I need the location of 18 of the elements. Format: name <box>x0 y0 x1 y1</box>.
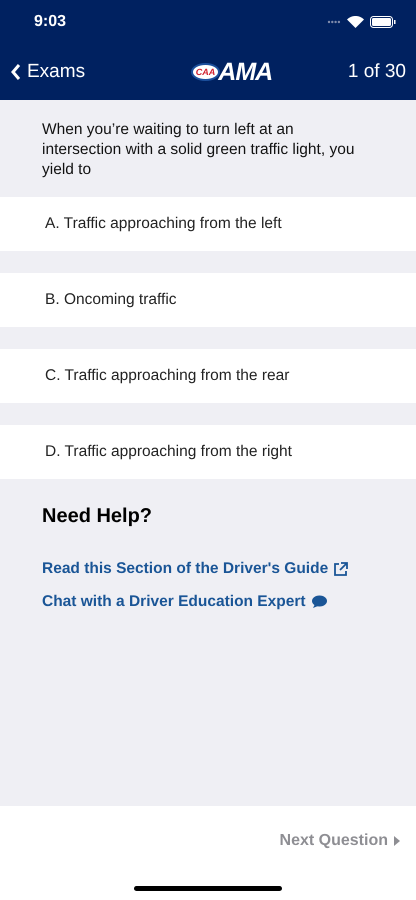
battery-icon <box>370 16 396 28</box>
help-link[interactable]: Chat with a Driver Education Expert <box>42 593 306 611</box>
help-link[interactable]: Read this Section of the Driver's Guide <box>42 560 328 578</box>
back-chevron-icon <box>10 63 21 81</box>
signal-icon <box>327 20 341 24</box>
question-text: When you’re waiting to turn left at an intersection with a solid green traffic light, you yield to <box>41 120 356 180</box>
external-link-icon <box>333 562 348 576</box>
help-heading: Need Help? <box>42 505 154 528</box>
back-button[interactable]: Exams <box>10 61 86 83</box>
question-counter: 1 of 30 <box>348 61 406 83</box>
answer-option[interactable]: D. Traffic approaching from the right <box>0 425 416 479</box>
chat-bubble-icon <box>310 595 327 609</box>
wifi-icon <box>347 16 364 28</box>
status-time: 9:03 <box>34 13 66 31</box>
caret-icon <box>394 836 400 846</box>
answer-option[interactable]: A. Traffic approaching from the left <box>0 197 416 251</box>
answer-option[interactable]: B. Oncoming traffic <box>0 273 416 327</box>
answer-option[interactable]: C. Traffic approaching from the rear <box>0 349 416 403</box>
